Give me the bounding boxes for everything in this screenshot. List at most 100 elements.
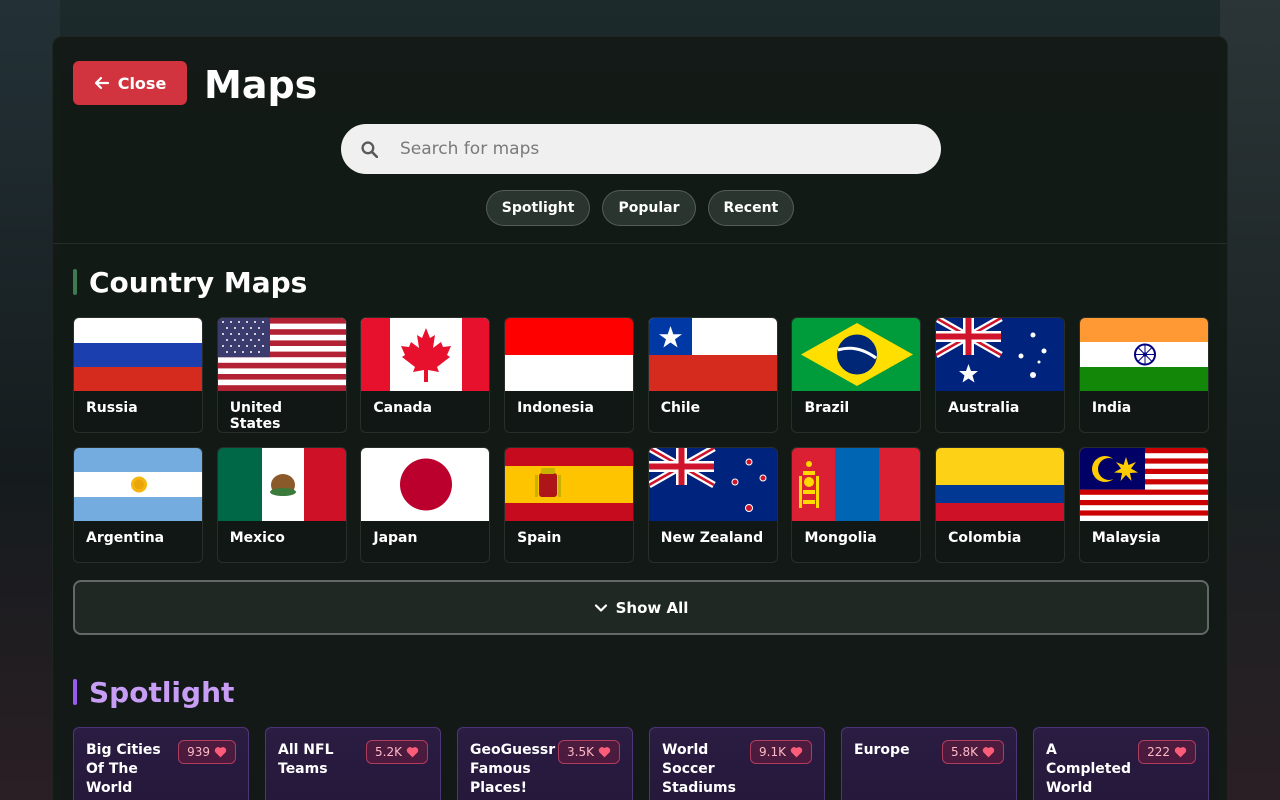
country-label: Japan (373, 530, 418, 546)
flag-malaysia (1079, 448, 1208, 521)
heart-icon (790, 747, 803, 758)
likes-count: 5.2K (375, 745, 402, 759)
spotlight-card[interactable]: All NFL Teams 5.2K (265, 727, 441, 800)
country-label: Russia (86, 400, 138, 416)
flag-colombia (936, 448, 1065, 521)
flag-new-zealand (648, 448, 777, 521)
country-card-russia[interactable]: Russia (73, 317, 203, 433)
flag-indonesia (505, 318, 634, 391)
likes-badge[interactable]: 3.5K (558, 740, 620, 764)
spotlight-card[interactable]: GeoGuessr Famous Places! 3.5K (457, 727, 633, 800)
heart-icon (406, 747, 419, 758)
country-card-indonesia[interactable]: Indonesia (504, 317, 635, 433)
likes-badge[interactable]: 5.2K (366, 740, 428, 764)
likes-badge[interactable]: 9.1K (750, 740, 812, 764)
show-all-label: Show All (615, 598, 689, 617)
filter-spotlight[interactable]: Spotlight (485, 190, 591, 226)
search-icon (361, 140, 378, 158)
country-label: India (1091, 400, 1132, 416)
arrow-left-icon (94, 76, 109, 90)
country-label: Indonesia (517, 400, 594, 416)
country-label: Canada (373, 400, 432, 416)
close-button[interactable]: Close (73, 61, 187, 105)
country-card-japan[interactable]: Japan (360, 447, 491, 563)
country-card-australia[interactable]: Australia (935, 317, 1066, 433)
flag-chile (648, 318, 777, 391)
country-label: Colombia (948, 530, 1022, 546)
maps-header: Close Maps Spotlight Popular Recent (53, 37, 1227, 244)
likes-badge[interactable]: 222 (1138, 740, 1196, 764)
country-card-brazil[interactable]: Brazil (791, 317, 922, 433)
flag-brazil (792, 318, 921, 391)
country-label: Mexico (229, 530, 285, 546)
country-card-mexico[interactable]: Mexico (216, 447, 347, 563)
spotlight-map-name: Big Cities Of The World (86, 742, 161, 796)
spotlight-card[interactable]: Europe 5.8K (841, 727, 1017, 800)
filter-recent[interactable]: Recent (707, 190, 795, 226)
country-label: Brazil (804, 400, 850, 416)
maps-panel: Close Maps Spotlight Popular Recent Coun… (52, 36, 1228, 800)
country-label: Mongolia (804, 530, 877, 546)
flag-united-states (217, 318, 346, 391)
country-card-malaysia[interactable]: Malaysia (1078, 447, 1209, 563)
flag-argentina (74, 448, 202, 521)
country-card-india[interactable]: India (1078, 317, 1209, 433)
country-card-mongolia[interactable]: Mongolia (791, 447, 922, 563)
spotlight-map-name: A Completed World (1046, 742, 1132, 796)
heart-icon (214, 747, 227, 758)
country-grid: Russia United States Canada Indonesia Ch… (73, 317, 1209, 563)
flag-spain (505, 448, 634, 521)
background-building-left (0, 0, 60, 800)
flag-japan (361, 448, 490, 521)
spotlight-map-name: World Soccer Stadiums (662, 742, 736, 796)
flag-mongolia (792, 448, 921, 521)
flag-india (1079, 318, 1208, 391)
country-card-chile[interactable]: Chile (647, 317, 778, 433)
filter-popular[interactable]: Popular (602, 190, 696, 226)
spotlight-map-name: GeoGuessr Famous Places! (470, 742, 556, 796)
search-bar[interactable] (341, 124, 941, 174)
country-card-spain[interactable]: Spain (504, 447, 635, 563)
chevron-down-icon (594, 603, 607, 612)
country-label: Australia (948, 400, 1020, 416)
country-label: United States (229, 400, 283, 432)
filter-pills: Spotlight Popular Recent (53, 190, 1227, 226)
flag-canada (361, 318, 490, 391)
country-card-united-states[interactable]: United States (216, 317, 347, 433)
heart-icon (1174, 747, 1187, 758)
country-label: Chile (660, 400, 701, 416)
country-maps-title: Country Maps (73, 265, 307, 301)
country-card-colombia[interactable]: Colombia (935, 447, 1066, 563)
spotlight-card[interactable]: World Soccer Stadiums 9.1K (649, 727, 825, 800)
flag-australia (936, 318, 1065, 391)
country-card-argentina[interactable]: Argentina (73, 447, 203, 563)
likes-badge[interactable]: 939 (178, 740, 236, 764)
spotlight-list: Big Cities Of The World 939 All NFL Team… (73, 727, 1209, 800)
heart-icon (982, 747, 995, 758)
country-label: Spain (517, 530, 562, 546)
search-input[interactable] (400, 139, 900, 159)
likes-count: 3.5K (567, 745, 594, 759)
country-card-canada[interactable]: Canada (360, 317, 491, 433)
flag-russia (74, 318, 202, 391)
heart-icon (598, 747, 611, 758)
spotlight-title: Spotlight (73, 675, 234, 711)
likes-count: 5.8K (951, 745, 978, 759)
country-label: Malaysia (1091, 530, 1161, 546)
background-building-right (1220, 0, 1280, 800)
page-title: Maps (204, 63, 318, 107)
spotlight-card[interactable]: A Completed World 222 (1033, 727, 1209, 800)
flag-mexico (217, 448, 346, 521)
likes-badge[interactable]: 5.8K (942, 740, 1004, 764)
show-all-button[interactable]: Show All (73, 580, 1209, 635)
country-card-new-zealand[interactable]: New Zealand (647, 447, 778, 563)
country-label: Argentina (86, 530, 165, 546)
likes-count: 222 (1147, 745, 1170, 759)
spotlight-card[interactable]: Big Cities Of The World 939 (73, 727, 249, 800)
country-label: New Zealand (660, 530, 764, 546)
close-button-label: Close (117, 73, 167, 93)
likes-count: 939 (187, 745, 210, 759)
spotlight-map-name: Europe (854, 742, 910, 758)
spotlight-map-name: All NFL Teams (278, 742, 334, 777)
likes-count: 9.1K (759, 745, 786, 759)
